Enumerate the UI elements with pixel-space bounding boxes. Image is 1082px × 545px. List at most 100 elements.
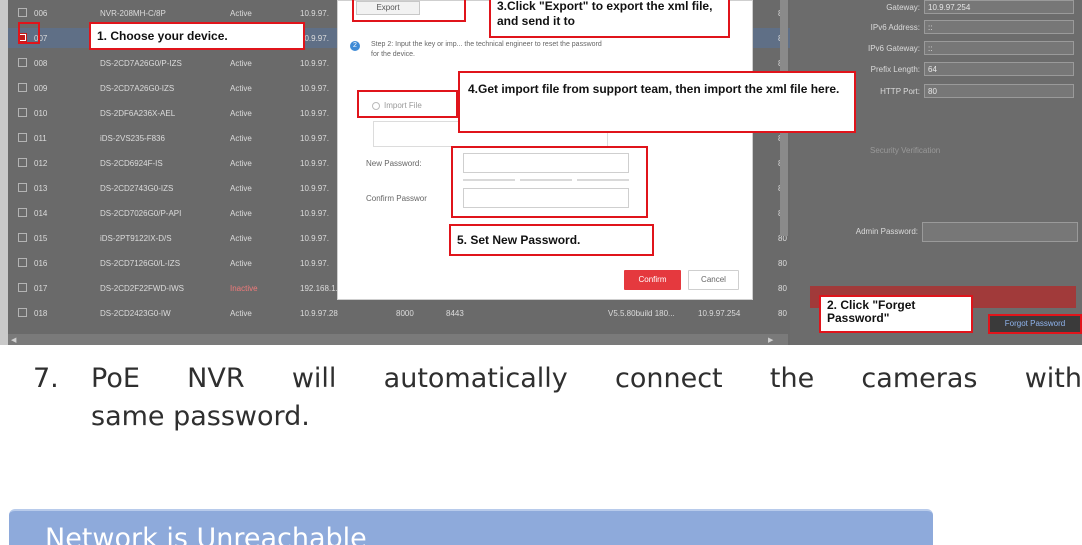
cell-status: Active xyxy=(230,9,252,18)
horizontal-scrollbar[interactable]: ◀ ▶ xyxy=(8,334,788,345)
step-2-badge: 2 xyxy=(350,41,360,51)
cell-model: DS-2CD7026G0/P-API xyxy=(100,209,182,218)
cell-model: NVR-208MH-C/8P xyxy=(100,9,166,18)
step-7-number: 7. xyxy=(33,363,59,394)
callout-step-2: 2. Click "Forget Password" xyxy=(819,295,973,333)
cell-model: DS-2CD7126G0/L-IZS xyxy=(100,259,181,268)
password-fields-highlight xyxy=(451,146,648,218)
panel-field-input[interactable]: 64 xyxy=(924,62,1074,76)
cell-ip: 10.9.97. xyxy=(300,209,329,218)
forgot-password-button[interactable]: Forgot Password xyxy=(988,314,1082,334)
section-banner: Network is Unreachable xyxy=(9,509,933,545)
cell-port: 8000 xyxy=(396,309,414,318)
cell-status: Active xyxy=(230,309,252,318)
cell-ip: 10.9.97.28 xyxy=(300,309,338,318)
cell-model: DS-2CD2743G0-IZS xyxy=(100,184,174,193)
cell-model: iDS-2VS235-F836 xyxy=(100,134,165,143)
scroll-left-icon[interactable]: ◀ xyxy=(11,336,16,344)
cell-ip: 10.9.97. xyxy=(300,109,329,118)
row-checkbox[interactable] xyxy=(18,283,27,292)
callout-step-5: 5. Set New Password. xyxy=(449,224,654,256)
cell-http: 80 xyxy=(778,259,787,268)
callout-step-1: 1. Choose your device. xyxy=(89,22,305,50)
cell-ip: 10.9.97. xyxy=(300,59,329,68)
row-checkbox[interactable] xyxy=(18,58,27,67)
cell-no: 010 xyxy=(34,109,48,118)
cell-status: Active xyxy=(230,134,252,143)
cell-ip: 10.9.97. xyxy=(300,184,329,193)
cell-firmware: V5.5.80build 180... xyxy=(608,309,675,318)
cell-model: DS-2CD7A26G0/P-IZS xyxy=(100,59,182,68)
cell-ip: 10.9.97. xyxy=(300,134,329,143)
panel-field-label: Gateway: xyxy=(886,3,920,12)
cell-model: DS-2CD2423G0-IW xyxy=(100,309,171,318)
cell-no: 008 xyxy=(34,59,48,68)
cell-http: 80 xyxy=(778,284,787,293)
row-checkbox[interactable] xyxy=(18,233,27,242)
row-checkbox[interactable] xyxy=(18,183,27,192)
security-verification-title: Security Verification xyxy=(870,146,941,155)
section-title: Network is Unreachable xyxy=(45,523,367,545)
cell-status: Active xyxy=(230,84,252,93)
cell-ip: 10.9.97. xyxy=(300,234,329,243)
callout-step-3: 3.Click "Export" to export the xml file,… xyxy=(489,0,730,38)
new-password-label: New Password: xyxy=(366,159,422,168)
cell-no: 015 xyxy=(34,234,48,243)
cell-ip: 10.9.97. xyxy=(300,84,329,93)
cell-model: DS-2CD6924F-IS xyxy=(100,159,163,168)
cancel-button[interactable]: Cancel xyxy=(688,270,739,290)
cell-https: 8443 xyxy=(446,309,464,318)
cell-ip: 10.9.97. xyxy=(300,159,329,168)
cell-status: Active xyxy=(230,109,252,118)
confirm-button[interactable]: Confirm xyxy=(624,270,681,290)
step-7-line-2: same password. xyxy=(91,401,310,432)
panel-field-input[interactable]: 10.9.97.254 xyxy=(924,0,1074,14)
row-checkbox[interactable] xyxy=(18,8,27,17)
cell-status: Active xyxy=(230,209,252,218)
cell-ip: 10.9.97. xyxy=(300,9,329,18)
cell-no: 009 xyxy=(34,84,48,93)
row-checkbox[interactable] xyxy=(18,83,27,92)
row-checkbox[interactable] xyxy=(18,308,27,317)
cell-status: Active xyxy=(230,259,252,268)
scroll-right-icon[interactable]: ▶ xyxy=(768,336,773,344)
row-checkbox[interactable] xyxy=(18,158,27,167)
panel-field-input[interactable]: 80 xyxy=(924,84,1074,98)
cell-no: 006 xyxy=(34,9,48,18)
row-checkbox[interactable] xyxy=(18,258,27,267)
import-file-highlight xyxy=(357,90,458,118)
panel-field-input[interactable]: :: xyxy=(924,41,1074,55)
cell-status: Active xyxy=(230,59,252,68)
row-checkbox[interactable] xyxy=(18,133,27,142)
panel-field-input[interactable]: :: xyxy=(924,20,1074,34)
cell-no: 018 xyxy=(34,309,48,318)
cell-http: 80 xyxy=(778,309,787,318)
cell-status: Inactive xyxy=(230,284,258,293)
panel-field-label: IPv6 Address: xyxy=(870,23,920,32)
cell-no: 017 xyxy=(34,284,48,293)
cell-no: 012 xyxy=(34,159,48,168)
table-row[interactable]: 018 DS-2CD2423G0-IW Active 10.9.97.28 8000 84… xyxy=(8,303,790,323)
cell-gateway: 10.9.97.254 xyxy=(698,309,741,318)
cell-status: Active xyxy=(230,234,252,243)
panel-field-label: IPv6 Gateway: xyxy=(867,44,920,53)
export-highlight xyxy=(352,0,466,22)
cell-status: Active xyxy=(230,159,252,168)
admin-password-label: Admin Password: xyxy=(855,227,918,236)
cell-model: DS-2CD2F22FWD-IWS xyxy=(100,284,185,293)
row-checkbox[interactable] xyxy=(18,208,27,217)
cell-no: 013 xyxy=(34,184,48,193)
step-7-line-1: PoE NVR will automatically connect the c… xyxy=(91,363,1082,394)
cell-model: iDS-2PT9122IX-D/S xyxy=(100,234,172,243)
row-checkbox[interactable] xyxy=(18,108,27,117)
device-checkbox-highlight xyxy=(18,22,40,44)
cell-no: 016 xyxy=(34,259,48,268)
cell-no: 011 xyxy=(34,134,47,143)
cell-model: DS-2CD7A26G0-IZS xyxy=(100,84,175,93)
cell-model: DS-2DF6A236X-AEL xyxy=(100,109,176,118)
cell-ip: 10.9.97. xyxy=(300,259,329,268)
callout-step-4: 4.Get import file from support team, the… xyxy=(458,71,856,133)
cell-status: Active xyxy=(230,184,252,193)
admin-password-input[interactable] xyxy=(922,222,1078,242)
step-2-instructions: Step 2: Input the key or imp... the tech… xyxy=(371,41,602,58)
